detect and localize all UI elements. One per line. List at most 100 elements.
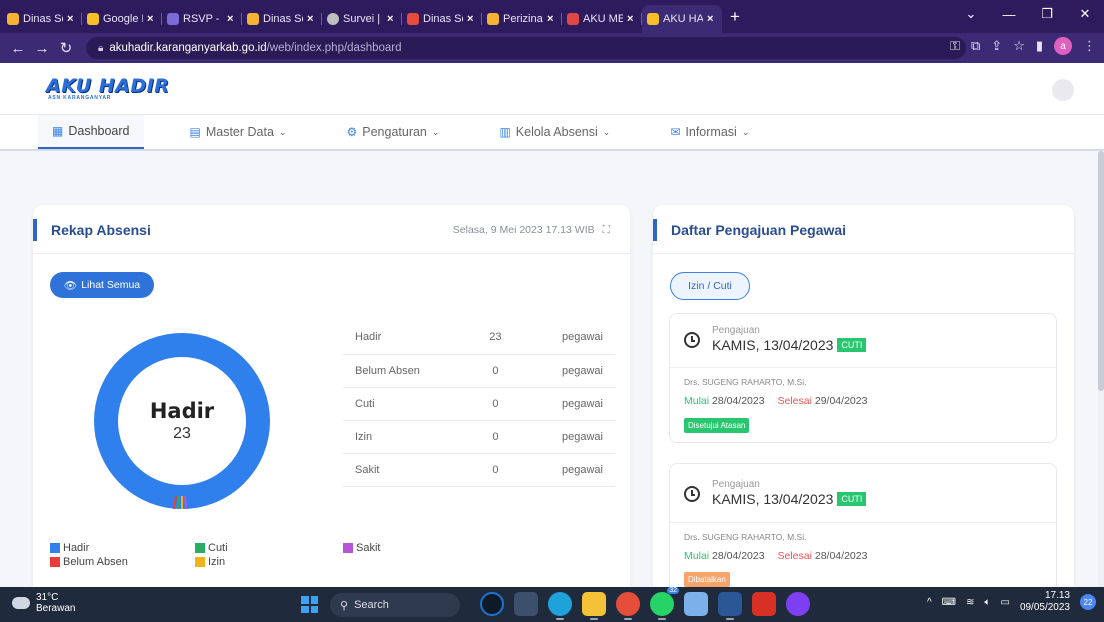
tab-favicon-icon: [487, 13, 499, 25]
close-icon[interactable]: ×: [547, 13, 557, 25]
translate-icon[interactable]: ⧉: [971, 38, 980, 54]
close-icon[interactable]: ×: [147, 13, 157, 25]
scrollbar-thumb[interactable]: [1098, 151, 1104, 391]
mulai-date: 28/04/2023: [712, 395, 765, 407]
share-icon[interactable]: ⇪: [991, 38, 1002, 54]
fullscreen-icon[interactable]: ⛶: [603, 224, 610, 237]
tab-favicon-icon: [247, 13, 259, 25]
close-icon[interactable]: ×: [307, 13, 317, 25]
chevron-down-icon: ⌄: [431, 126, 440, 137]
tab-search-icon[interactable]: ⌄: [952, 6, 990, 22]
main-menu: ▦ Dashboard ▤ Master Data ⌄ ⚙ Pengaturan…: [0, 115, 1104, 151]
pengajuan-item[interactable]: Pengajuan KAMIS, 13/04/2023 CUTI Drs. SUG…: [669, 463, 1057, 603]
browser-tab[interactable]: Dinas Sosi ×: [242, 5, 322, 33]
close-icon[interactable]: ×: [627, 13, 637, 25]
taskbar-search[interactable]: ⚲ Search: [330, 593, 460, 617]
chevron-up-icon[interactable]: ^: [927, 597, 932, 608]
lihat-semua-button[interactable]: 👁︎ Lihat Semua: [50, 272, 154, 298]
legend-item-cuti[interactable]: Cuti: [195, 542, 228, 554]
taskbar-clock[interactable]: 17.13 09/05/2023: [1020, 590, 1070, 614]
browser-tab[interactable]: Dinas Sosi ×: [2, 5, 82, 33]
row-value: 0: [465, 387, 526, 421]
maximize-icon[interactable]: ❐: [1028, 6, 1066, 22]
browser-tab-active[interactable]: AKU HADI ×: [642, 5, 722, 33]
windows-start-icon[interactable]: [301, 596, 318, 613]
tab-label: Dinas Sosi: [23, 13, 63, 25]
chevron-down-icon: ⌄: [741, 126, 750, 137]
menu-dashboard[interactable]: ▦ Dashboard: [38, 115, 144, 149]
profile-avatar[interactable]: a: [1054, 37, 1072, 55]
url-input[interactable]: 🔒︎ akuhadir.karanganyarkab.go.id/web/ind…: [86, 37, 966, 59]
menu-kelola-absensi[interactable]: ▥ Kelola Absensi ⌄: [485, 115, 624, 149]
volume-icon[interactable]: 🔈︎: [984, 597, 990, 608]
reload-icon[interactable]: ↻: [54, 39, 78, 57]
menu-label: Kelola Absensi: [515, 125, 598, 139]
tab-label: Dinas Sosi: [263, 13, 303, 25]
more-icon[interactable]: ⋮: [1083, 38, 1096, 54]
chevron-down-icon: ⌄: [602, 126, 611, 137]
back-icon[interactable]: ←: [6, 40, 30, 57]
divider: [653, 253, 1074, 254]
close-icon[interactable]: ×: [387, 13, 397, 25]
menu-pengaturan[interactable]: ⚙ Pengaturan ⌄: [332, 115, 453, 149]
close-icon[interactable]: ×: [707, 13, 717, 25]
edge-icon[interactable]: [548, 592, 572, 620]
table-row: Izin 0 pegawai: [343, 420, 615, 454]
word-icon[interactable]: [718, 592, 742, 620]
row-unit: pegawai: [525, 321, 615, 355]
browser-tab[interactable]: RSVP - Go ×: [162, 5, 242, 33]
page-scrollbar[interactable]: [1098, 151, 1104, 587]
user-avatar[interactable]: [1052, 79, 1074, 101]
menu-informasi[interactable]: ✉ Informasi ⌄: [656, 115, 763, 149]
app-icon[interactable]: [786, 592, 810, 616]
sidepanel-icon[interactable]: ▮: [1036, 38, 1043, 54]
legend-swatch: [195, 543, 205, 553]
pengajuan-date-text: KAMIS, 13/04/2023: [712, 337, 834, 353]
browser-tab[interactable]: Perizinan ×: [482, 5, 562, 33]
close-window-icon[interactable]: ✕: [1066, 6, 1104, 22]
photos-icon[interactable]: [684, 592, 708, 616]
notification-center-icon[interactable]: 22: [1080, 594, 1096, 610]
send-icon: ✉: [670, 125, 681, 139]
legend-item-izin[interactable]: Izin: [195, 556, 225, 568]
star-icon[interactable]: ☆: [1013, 38, 1025, 54]
tab-izin-cuti[interactable]: Izin / Cuti: [670, 272, 750, 300]
row-label: Cuti: [343, 387, 466, 421]
legend-label: Sakit: [356, 542, 381, 554]
browser-tab[interactable]: Survei | SK ×: [322, 5, 402, 33]
keyboard-icon[interactable]: ⌨: [942, 597, 956, 608]
pengajuan-item[interactable]: Pengajuan KAMIS, 13/04/2023 CUTI Drs. SUG…: [669, 313, 1057, 443]
pengajuan-period: Mulai 28/04/2023 Selesai 29/04/2023: [684, 395, 867, 407]
browser-tab[interactable]: Google Ke ×: [82, 5, 162, 33]
wifi-icon[interactable]: ≋: [966, 597, 974, 608]
minimize-icon[interactable]: —: [990, 7, 1028, 22]
pdf-icon[interactable]: [752, 592, 776, 616]
legend-item-belum-absen[interactable]: Belum Absen: [50, 556, 128, 568]
browser-tab[interactable]: AKU MELA ×: [562, 5, 642, 33]
taskbar-apps: 32: [480, 587, 810, 620]
battery-icon[interactable]: ▭: [1000, 597, 1009, 608]
close-icon[interactable]: ×: [67, 13, 77, 25]
tab-label: Perizinan: [503, 13, 543, 25]
key-icon[interactable]: ⚿: [950, 38, 960, 54]
legend-label: Cuti: [208, 542, 228, 554]
browser-tab[interactable]: Dinas Sosi ×: [402, 5, 482, 33]
weather-widget[interactable]: 31°C Berawan: [10, 592, 75, 614]
button-label: Lihat Semua: [81, 279, 141, 291]
close-icon[interactable]: ×: [467, 13, 477, 25]
close-icon[interactable]: ×: [227, 13, 237, 25]
new-tab-button[interactable]: +: [730, 7, 740, 33]
whatsapp-icon[interactable]: 32: [650, 587, 679, 620]
legend-item-hadir[interactable]: Hadir: [50, 542, 89, 554]
chrome-icon[interactable]: [616, 592, 640, 620]
tab-label: RSVP - Go: [183, 13, 223, 25]
forward-icon[interactable]: →: [30, 40, 54, 57]
app-logo[interactable]: AKU HADIR ASN KARANGANYAR: [46, 77, 169, 102]
lock-icon[interactable]: 🔒︎: [98, 43, 103, 54]
menu-master-data[interactable]: ▤ Master Data ⌄: [176, 115, 301, 149]
task-view-icon[interactable]: [514, 592, 538, 616]
donut-center-value: 23: [173, 425, 191, 442]
file-explorer-icon[interactable]: [582, 592, 606, 620]
bing-icon[interactable]: [480, 592, 504, 616]
legend-item-sakit[interactable]: Sakit: [343, 542, 380, 554]
